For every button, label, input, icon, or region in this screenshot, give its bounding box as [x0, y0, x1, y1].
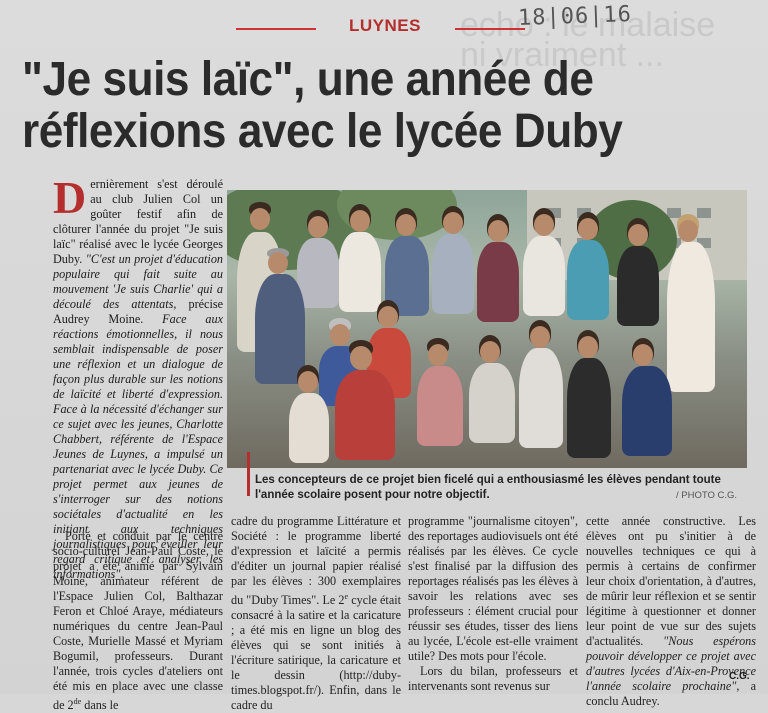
section-rule-left	[236, 28, 316, 30]
headline: "Je suis laïc", une année de réflexions …	[22, 53, 623, 158]
article-column-1: Porté et conduit par le centre socio-cul…	[53, 529, 223, 713]
photo-credit: / PHOTO C.G.	[676, 490, 738, 501]
section-label: LUYNES	[349, 16, 421, 35]
newspaper-clipping: echo : le malaise ni vraiment ... 18|06|…	[0, 0, 768, 712]
author-signature: C.G.	[729, 671, 750, 682]
lead-paragraph: Dernièrement s'est déroulé au club Julie…	[53, 172, 224, 582]
article-column-3: programme "journalisme citoyen", des rep…	[408, 514, 578, 693]
caption-accent-bar	[247, 452, 250, 496]
group-photo	[227, 190, 747, 468]
article-column-2: cadre du programme Littérature et Sociét…	[231, 514, 402, 713]
handwritten-date: 18|06|16	[517, 2, 633, 31]
drop-cap: D	[53, 172, 87, 223]
section-rule-right	[455, 28, 525, 30]
